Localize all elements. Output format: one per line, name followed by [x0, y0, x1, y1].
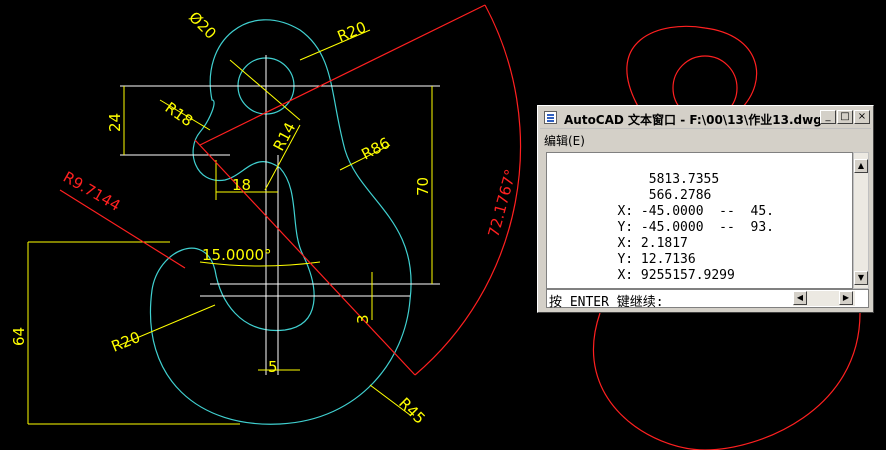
dimension-lines [27, 29, 433, 425]
command-prompt[interactable]: 按 ENTER 键继续: [549, 291, 664, 310]
output-line: Y: -45.0000 -- 93. [547, 220, 774, 235]
label-dim18: 18 [232, 176, 251, 194]
reference-labels: R9.7144 72.1767° [60, 167, 520, 239]
label-r14: R14 [270, 119, 300, 154]
minimize-button[interactable]: _ [820, 110, 836, 124]
text-window-icon [544, 111, 557, 124]
label-dim70: 70 [414, 177, 432, 196]
output-line: 5813.7355 [547, 172, 720, 187]
close-button[interactable]: × [854, 110, 870, 124]
label-dia20: Ø20 [185, 8, 220, 43]
scroll-up-arrow-icon[interactable]: ▲ [854, 159, 868, 173]
label-angle15: 15.0000° [202, 246, 272, 264]
label-r45: R45 [395, 394, 429, 428]
output-line: 566.2786 [547, 188, 712, 203]
title-bar[interactable]: AutoCAD 文本窗口 - F:\00\13\作业13.dwg _ □ × [540, 108, 871, 129]
menu-edit[interactable]: 编辑(E) [544, 134, 585, 148]
autocad-text-window[interactable]: AutoCAD 文本窗口 - F:\00\13\作业13.dwg _ □ × 编… [537, 105, 874, 313]
label-r9: R9.7144 [60, 168, 123, 215]
output-line: X: 2.1817 [547, 236, 688, 251]
label-dim24: 24 [106, 113, 124, 132]
scroll-right-arrow-icon[interactable]: ▶ [839, 291, 853, 305]
vertical-scrollbar[interactable]: ▲ ▼ [853, 152, 869, 289]
outline-path [149, 19, 412, 425]
output-line: X: -45.0000 -- 45. [547, 204, 774, 219]
label-dim3: 3 [354, 314, 372, 324]
output-line: Y: 12.7136 [547, 252, 696, 267]
label-dim64: 64 [10, 327, 28, 346]
scroll-down-arrow-icon[interactable]: ▼ [854, 271, 868, 285]
menu-bar: 编辑(E) [544, 132, 585, 149]
scroll-left-arrow-icon[interactable]: ◀ [793, 291, 807, 305]
label-r18: R18 [162, 99, 197, 131]
label-dim5: 5 [268, 358, 278, 376]
label-r20-top: R20 [335, 18, 369, 46]
dimension-labels: Ø20 R20 R18 R14 R86 24 18 70 15.0000° 64… [10, 8, 432, 428]
label-r86: R86 [358, 134, 393, 164]
maximize-button[interactable]: □ [837, 110, 853, 124]
output-line: X: 9255157.9299 [547, 268, 735, 283]
window-title: AutoCAD 文本窗口 - F:\00\13\作业13.dwg [564, 113, 822, 127]
horizontal-scrollbar[interactable]: ◀ ▶ [793, 291, 855, 306]
label-r20-left: R20 [109, 328, 143, 356]
text-output-area[interactable]: 5813.7355 566.2786 X: -45.0000 -- 45. Y:… [546, 152, 853, 289]
command-line[interactable]: 按 ENTER 键继续: ◀ ▶ [546, 289, 869, 310]
part-outline [149, 19, 412, 425]
